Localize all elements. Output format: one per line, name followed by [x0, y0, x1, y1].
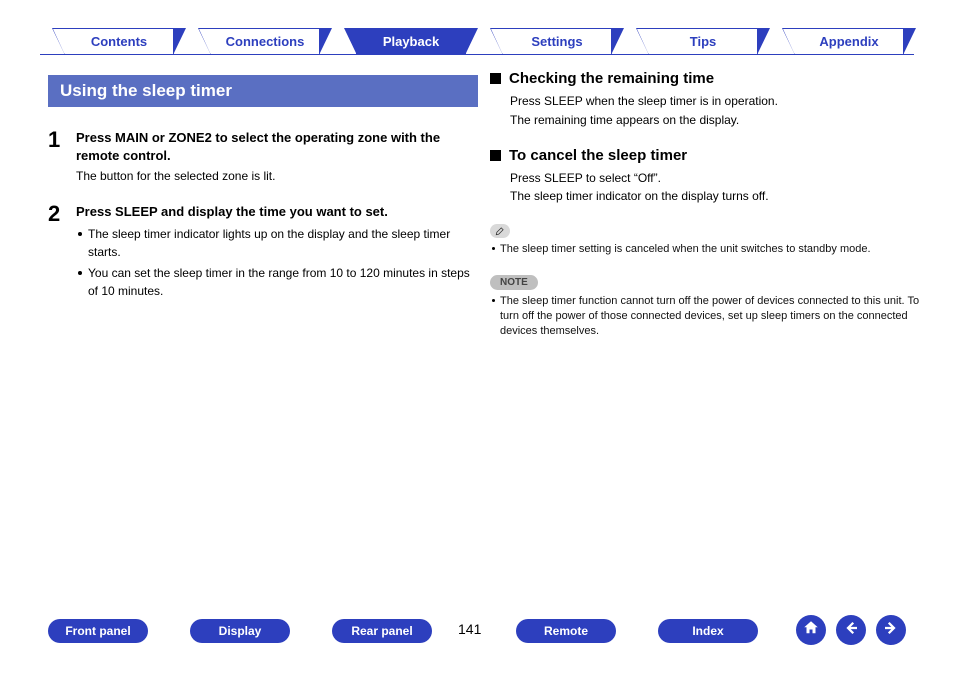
step-1: 1 Press MAIN or ZONE2 to select the oper…: [48, 129, 478, 185]
rear-panel-button[interactable]: Rear panel: [332, 619, 432, 643]
tab-contents[interactable]: Contents: [64, 28, 174, 54]
front-panel-button[interactable]: Front panel: [48, 619, 148, 643]
remote-button[interactable]: Remote: [516, 619, 616, 643]
bullet: The sleep timer indicator lights up on t…: [76, 226, 478, 261]
step-number: 1: [48, 129, 76, 185]
body-text: The sleep timer indicator on the display…: [510, 188, 920, 205]
display-button[interactable]: Display: [190, 619, 290, 643]
pencil-icon: [490, 224, 510, 238]
note-block: NOTE The sleep timer function cannot tur…: [490, 272, 920, 340]
subsection-checking: Checking the remaining time Press SLEEP …: [490, 70, 920, 129]
square-bullet-icon: [490, 150, 501, 161]
subsection-cancel: To cancel the sleep timer Press SLEEP to…: [490, 147, 920, 206]
step-number: 2: [48, 203, 76, 304]
tip-block: The sleep timer setting is canceled when…: [490, 223, 920, 257]
note-bullet: The sleep timer function cannot turn off…: [490, 294, 920, 340]
index-button[interactable]: Index: [658, 619, 758, 643]
step-subtext: The button for the selected zone is lit.: [76, 168, 478, 185]
prev-page-button[interactable]: [836, 615, 866, 645]
tab-settings[interactable]: Settings: [502, 28, 612, 54]
page-number: 141: [458, 621, 481, 637]
tab-appendix[interactable]: Appendix: [794, 28, 904, 54]
bottom-bar: Front panel Display Rear panel 141 Remot…: [0, 615, 954, 653]
step-heading: Press MAIN or ZONE2 to select the operat…: [76, 129, 478, 164]
subsection-title: Checking the remaining time: [509, 70, 714, 87]
step-2: 2 Press SLEEP and display the time you w…: [48, 203, 478, 304]
left-column: Using the sleep timer 1 Press MAIN or ZO…: [48, 75, 478, 322]
bullet: You can set the sleep timer in the range…: [76, 265, 478, 300]
tip-bullet: The sleep timer setting is canceled when…: [490, 242, 920, 257]
body-text: The remaining time appears on the displa…: [510, 112, 920, 129]
tab-connections[interactable]: Connections: [210, 28, 320, 54]
tab-tips[interactable]: Tips: [648, 28, 758, 54]
tab-playback[interactable]: Playback: [356, 28, 466, 54]
top-divider: [40, 54, 914, 55]
note-badge: NOTE: [490, 275, 538, 290]
arrow-left-icon: [842, 619, 860, 642]
next-page-button[interactable]: [876, 615, 906, 645]
home-button[interactable]: [796, 615, 826, 645]
subsection-title: To cancel the sleep timer: [509, 147, 687, 164]
arrow-right-icon: [882, 619, 900, 642]
square-bullet-icon: [490, 73, 501, 84]
section-title: Using the sleep timer: [48, 75, 478, 107]
body-text: Press SLEEP to select “Off”.: [510, 170, 920, 187]
body-text: Press SLEEP when the sleep timer is in o…: [510, 93, 920, 110]
step-heading: Press SLEEP and display the time you wan…: [76, 203, 478, 221]
step-bullets: The sleep timer indicator lights up on t…: [76, 226, 478, 300]
home-icon: [802, 619, 820, 642]
right-column: Checking the remaining time Press SLEEP …: [490, 70, 920, 343]
